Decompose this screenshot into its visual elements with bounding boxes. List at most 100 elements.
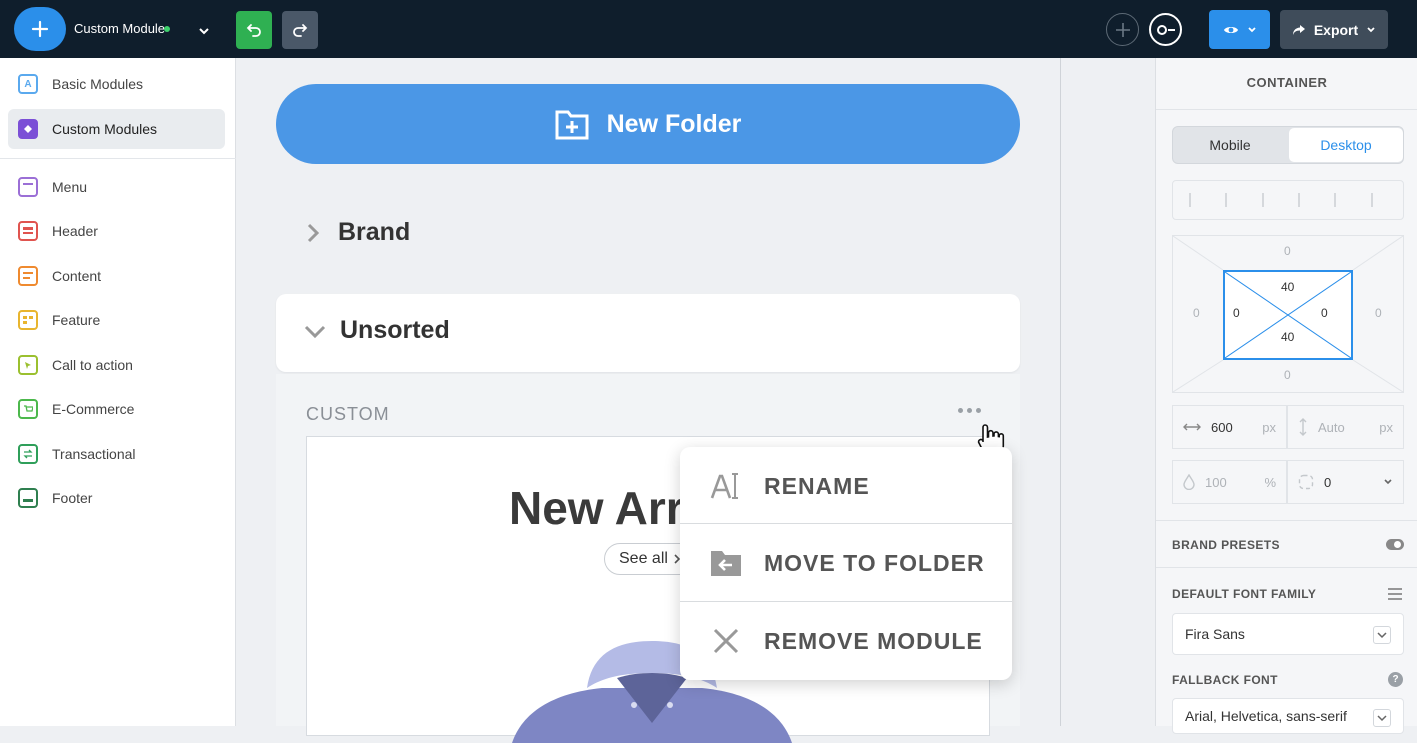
align-left-icon[interactable] [1189,193,1205,207]
container-properties-panel: CONTAINER Mobile Desktop 0 0 0 0 40 40 0… [1155,58,1417,734]
help-icon[interactable]: ? [1388,672,1403,687]
folder-move-icon [711,551,741,576]
align-right-icon[interactable] [1261,193,1278,207]
user-icon [1156,24,1175,35]
alignment-toolbar [1172,180,1404,220]
padding-left[interactable]: 0 [1233,306,1240,320]
margin-left[interactable]: 0 [1193,306,1200,320]
sidebar-item-label: Transactional [52,446,136,462]
align-center-icon[interactable] [1225,193,1241,207]
padding-top[interactable]: 40 [1281,280,1295,294]
sidebar-item-menu[interactable]: Menu [8,167,225,207]
top-bar: Custom Module Export [0,0,1417,58]
margin-top[interactable]: 0 [1284,244,1291,258]
basic-modules-icon: A [18,74,38,94]
margin-bottom[interactable]: 0 [1284,368,1291,382]
add-button[interactable] [14,7,66,51]
align-middle-icon[interactable] [1334,193,1350,207]
cart-icon [18,399,38,419]
border-radius-field[interactable]: 0 [1287,460,1404,504]
panel-divider [1156,520,1417,521]
padding-bottom[interactable]: 40 [1281,330,1295,344]
chevron-right-icon [307,223,320,242]
brand-presets-toggle[interactable] [1386,539,1404,550]
undo-button[interactable] [236,11,272,49]
plus-icon [1115,22,1130,37]
tab-desktop[interactable]: Desktop [1289,128,1403,162]
droplet-icon [1183,474,1195,490]
folder-name: Unsorted [340,316,450,344]
sidebar-item-call-to-action[interactable]: Call to action [8,345,225,385]
width-field[interactable]: 600 px [1172,405,1287,449]
folder-brand[interactable]: Brand [306,218,410,247]
menu-item-label: REMOVE MODULE [764,627,983,654]
radius-value: 0 [1324,474,1332,490]
opacity-field[interactable]: 100 % [1172,460,1287,504]
chevron-down-icon [1247,26,1256,32]
fallback-font-label: FALLBACK FONT [1172,673,1278,687]
align-bottom-icon[interactable] [1370,193,1387,207]
sidebar-item-label: Content [52,268,102,284]
chevron-down-icon [199,28,209,35]
list-icon [1388,588,1402,600]
brand-presets-label: BRAND PRESETS [1172,538,1280,552]
fallback-font-select[interactable]: Arial, Helvetica, sans-serif [1172,698,1404,734]
menu-item-rename[interactable]: RENAME [680,447,1012,525]
height-value: Auto [1318,419,1345,435]
align-top-icon[interactable] [1298,193,1314,207]
eye-icon [1223,26,1238,33]
sidebar-item-label: Footer [52,490,93,506]
export-button[interactable]: Export [1280,10,1388,49]
default-font-select[interactable]: Fira Sans [1172,613,1404,655]
header-icon [18,221,38,241]
new-folder-label: New Folder [606,109,742,138]
section-label: CUSTOM [306,404,390,424]
preview-button[interactable] [1209,10,1270,49]
sidebar-item-content[interactable]: Content [8,256,225,296]
sidebar-item-custom-modules[interactable]: Custom Modules [8,109,225,149]
sidebar-item-label: Custom Modules [52,121,158,137]
sidebar-item-basic-modules[interactable]: A Basic Modules [8,64,225,104]
feature-icon [18,310,38,330]
chevron-down-icon [1367,26,1375,32]
sidebar-divider [0,158,236,159]
undo-icon [246,24,261,37]
margin-right[interactable]: 0 [1375,306,1382,320]
sidebar-item-feature[interactable]: Feature [8,300,225,340]
panel-divider [1156,109,1417,110]
menu-item-move-to-folder[interactable]: MOVE TO FOLDER [680,524,1012,602]
default-font-label: DEFAULT FONT FAMILY [1172,587,1317,601]
sidebar-item-e-commerce[interactable]: E-Commerce [8,389,225,429]
spacing-editor: 0 0 0 0 40 40 0 0 [1172,235,1404,393]
footer-icon [18,488,38,508]
see-all-label: See all [619,550,668,567]
folder-plus-icon [555,110,589,140]
tab-mobile[interactable]: Mobile [1173,127,1287,163]
cta-icon [18,355,38,375]
opacity-value: 100 [1205,474,1227,490]
width-unit: px [1262,419,1276,435]
module-dropdown[interactable] [198,22,210,41]
new-folder-button[interactable]: New Folder [276,84,1020,164]
padding-right[interactable]: 0 [1321,306,1328,320]
user-avatar-button[interactable] [1149,13,1182,46]
sidebar-item-label: Header [52,223,98,239]
module-sidebar: A Basic Modules Custom Modules Menu Head… [0,58,236,726]
chevron-down-icon [1373,709,1391,727]
sidebar-item-footer[interactable]: Footer [8,478,225,518]
add-collaborator-button[interactable] [1106,13,1139,46]
height-field[interactable]: Auto px [1287,405,1404,449]
folder-unsorted[interactable]: Unsorted [276,294,1020,372]
plus-icon [31,20,49,38]
horizontal-resize-icon [1183,423,1201,431]
sidebar-item-label: Call to action [52,357,133,373]
sidebar-item-header[interactable]: Header [8,211,225,251]
sidebar-item-label: Feature [52,312,101,328]
sidebar-item-transactional[interactable]: Transactional [8,434,225,474]
menu-item-remove-module[interactable]: REMOVE MODULE [680,602,1012,680]
more-options-button[interactable] [958,408,981,413]
transactional-icon [18,444,38,464]
panel-divider [1156,567,1417,568]
online-status-dot [164,26,170,32]
redo-button[interactable] [282,11,318,49]
